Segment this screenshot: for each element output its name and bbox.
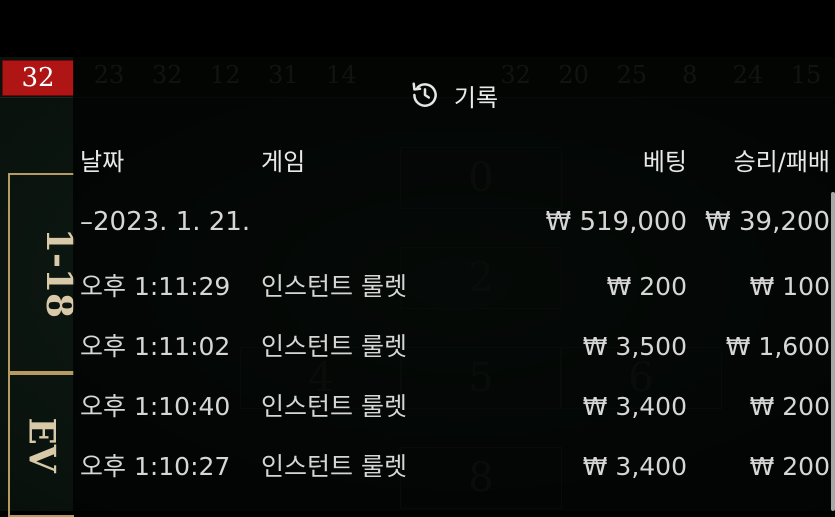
date-group-win-total: ₩ 39,200 — [705, 207, 830, 237]
column-header-game: 게임 — [261, 148, 306, 176]
row-time: 오후 1:11:29 — [80, 272, 231, 301]
row-bet: ₩ 3,400 — [582, 392, 687, 421]
bet-area-even: EV — [8, 373, 74, 517]
history-row[interactable]: 오후 1:10:27 인스턴트 룰렛 ₩ 3,400 ₩ 200 — [73, 447, 835, 487]
row-bet: ₩ 3,500 — [582, 332, 687, 361]
bet-area-1-18: 1-18 — [8, 173, 80, 373]
row-win: ₩ 200 — [749, 452, 830, 481]
panel-title: 기록 — [453, 83, 499, 112]
history-row[interactable]: 오후 1:10:40 인스턴트 룰렛 ₩ 3,400 ₩ 200 — [73, 387, 835, 427]
row-time: 오후 1:10:27 — [80, 452, 231, 481]
history-panel: 기록 날짜 게임 베팅 승리/패배 –2023. 1. 21. ₩ 519,00… — [73, 57, 835, 511]
column-header-bet: 베팅 — [642, 148, 687, 176]
row-bet: ₩ 200 — [606, 272, 687, 301]
row-game: 인스턴트 룰렛 — [261, 392, 407, 421]
history-header: 기록 — [73, 75, 835, 115]
history-icon — [410, 80, 440, 110]
row-win: ₩ 1,600 — [725, 332, 830, 361]
date-group-label: –2023. 1. 21. — [80, 207, 251, 237]
row-game: 인스턴트 룰렛 — [261, 332, 407, 361]
row-game: 인스턴트 룰렛 — [261, 452, 407, 481]
row-game: 인스턴트 룰렛 — [261, 272, 407, 301]
top-black-bar — [0, 0, 835, 57]
date-group-bet-total: ₩ 519,000 — [545, 207, 688, 237]
row-win: ₩ 200 — [749, 392, 830, 421]
history-row[interactable]: 오후 1:11:02 인스턴트 룰렛 ₩ 3,500 ₩ 1,600 — [73, 327, 835, 367]
row-win: ₩ 100 — [749, 272, 830, 301]
column-header-date: 날짜 — [80, 148, 125, 176]
row-time: 오후 1:11:02 — [80, 332, 231, 361]
column-headers: 날짜 게임 베팅 승리/패배 — [73, 142, 835, 182]
column-header-win-loss: 승리/패배 — [733, 148, 830, 176]
scrollbar[interactable] — [831, 192, 835, 511]
history-row[interactable]: 오후 1:11:29 인스턴트 룰렛 ₩ 200 ₩ 100 — [73, 267, 835, 307]
last-result-badge: 32 — [2, 60, 74, 96]
row-time: 오후 1:10:40 — [80, 392, 231, 421]
date-group-row[interactable]: –2023. 1. 21. ₩ 519,000 ₩ 39,200 — [73, 202, 835, 242]
row-bet: ₩ 3,400 — [582, 452, 687, 481]
